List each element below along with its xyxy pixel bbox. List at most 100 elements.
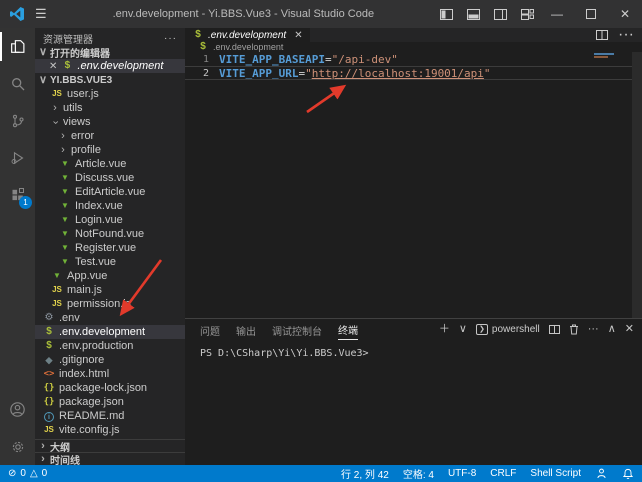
tree-item-.env.production[interactable]: $.env.production: [35, 339, 185, 353]
tree-item-views[interactable]: ›views: [35, 115, 185, 129]
vscode-logo-icon: [9, 6, 25, 22]
scrollbar[interactable]: [632, 52, 642, 318]
tree-item-Index.vue[interactable]: ▼Index.vue: [35, 199, 185, 213]
split-terminal-icon[interactable]: [549, 325, 560, 334]
project-section[interactable]: ∨ YI.BBS.VUE3: [35, 73, 185, 87]
tree-item-permission.js[interactable]: JSpermission.js: [35, 297, 185, 311]
kill-terminal-icon[interactable]: [569, 324, 579, 335]
close-editor-icon[interactable]: ✕: [49, 61, 57, 72]
tree-item-package-lock.json[interactable]: {}package-lock.json: [35, 381, 185, 395]
json-icon: {}: [43, 396, 55, 408]
tab-problems[interactable]: 问题: [200, 320, 220, 340]
sidebar-more-icon[interactable]: ···: [164, 33, 177, 44]
file-label: profile: [71, 144, 101, 156]
breadcrumb[interactable]: $ .env.development: [185, 42, 642, 52]
editor-tab-bar: $ .env.development ✕ ···: [185, 28, 642, 42]
js-icon: JS: [51, 284, 63, 296]
terminal-dropdown-icon[interactable]: ∨: [459, 324, 467, 335]
tree-item-README.md[interactable]: iREADME.md: [35, 409, 185, 423]
tab-terminal[interactable]: 终端: [338, 319, 358, 340]
open-editors-section[interactable]: ∨ 打开的编辑器: [35, 45, 185, 59]
panel-more-icon[interactable]: ···: [588, 324, 599, 335]
settings-gear-icon[interactable]: [0, 428, 35, 465]
tree-item-main.js[interactable]: JSmain.js: [35, 283, 185, 297]
extensions-icon[interactable]: 1: [0, 176, 35, 213]
terminal-icon: ❯: [476, 324, 488, 335]
minimize-button[interactable]: —: [540, 0, 574, 28]
activity-bar: 1: [0, 28, 35, 465]
file-label: EditArticle.vue: [75, 186, 145, 198]
file-label: Test.vue: [75, 256, 116, 268]
file-label: .env.production: [59, 340, 133, 352]
tree-item-NotFound.vue[interactable]: ▼NotFound.vue: [35, 227, 185, 241]
env-file-icon: $: [192, 29, 204, 41]
code-editor[interactable]: 1 VITE_APP_BASEAPI="/api-dev" 2 VITE_APP…: [185, 52, 642, 318]
tree-item-user.js[interactable]: JSuser.js: [35, 87, 185, 101]
toggle-panel-icon[interactable]: [467, 9, 480, 20]
tree-item-Login.vue[interactable]: ▼Login.vue: [35, 213, 185, 227]
terminal[interactable]: PS D:\CSharp\Yi\Yi.BBS.Vue3>: [185, 340, 642, 465]
language-mode[interactable]: Shell Script: [530, 468, 581, 479]
tab-debug-console[interactable]: 调试控制台: [272, 320, 322, 340]
feedback-icon[interactable]: [595, 467, 608, 480]
run-debug-icon[interactable]: [0, 139, 35, 176]
source-control-icon[interactable]: [0, 102, 35, 139]
file-label: NotFound.vue: [75, 228, 144, 240]
file-label: Register.vue: [75, 242, 136, 254]
folder-expanded-icon: ›: [50, 118, 61, 126]
encoding[interactable]: UTF-8: [448, 468, 476, 479]
tree-item-Test.vue[interactable]: ▼ Test.vue: [35, 255, 185, 269]
tree-item-EditArticle.vue[interactable]: ▼EditArticle.vue: [35, 185, 185, 199]
file-label: Login.vue: [75, 214, 123, 226]
tree-item-profile[interactable]: ›profile: [35, 143, 185, 157]
url-link[interactable]: http://localhost:19001/api: [312, 67, 484, 80]
customize-layout-icon[interactable]: [521, 9, 534, 20]
gear-icon: ⚙: [43, 312, 55, 324]
accounts-icon[interactable]: [0, 391, 35, 428]
maximize-panel-icon[interactable]: ∧: [608, 324, 616, 335]
tree-item-vite.config.js[interactable]: JSvite.config.js: [35, 423, 185, 437]
tree-item-error[interactable]: ›error: [35, 129, 185, 143]
toggle-sidebar-icon[interactable]: [440, 9, 453, 20]
problems-status[interactable]: ⊘ 0 △ 0: [8, 468, 47, 479]
title-bar: ☰ .env.development - Yi.BBS.Vue3 - Visua…: [0, 0, 642, 28]
menu-icon[interactable]: ☰: [35, 6, 47, 22]
file-label: README.md: [59, 410, 124, 422]
eol-sequence[interactable]: CRLF: [490, 468, 516, 479]
close-panel-icon[interactable]: ✕: [625, 324, 634, 335]
vue-icon: ▼: [59, 172, 71, 184]
tree-item-utils[interactable]: ›utils: [35, 101, 185, 115]
search-icon[interactable]: [0, 65, 35, 102]
close-tab-icon[interactable]: ✕: [294, 30, 302, 41]
open-editor-item[interactable]: ✕ $ .env.development: [35, 59, 185, 73]
explorer-icon[interactable]: [0, 28, 35, 65]
minimap: [594, 56, 608, 58]
tab-output[interactable]: 输出: [236, 320, 256, 340]
notifications-bell-icon[interactable]: [622, 467, 634, 480]
vue-icon: ▼: [59, 256, 71, 268]
tree-item-App.vue[interactable]: ▼App.vue: [35, 269, 185, 283]
shell-selector[interactable]: ❯ powershell: [476, 324, 540, 335]
new-terminal-icon[interactable]: ＋: [439, 324, 450, 335]
split-editor-icon[interactable]: [596, 30, 608, 40]
tree-item-Article.vue[interactable]: ▼Article.vue: [35, 157, 185, 171]
timeline-section[interactable]: › 时间线: [35, 452, 185, 465]
tree-item-package.json[interactable]: {} package.json: [35, 395, 185, 409]
tab-env-development[interactable]: $ .env.development ✕: [185, 28, 310, 42]
file-label: Index.vue: [75, 200, 123, 212]
tree-item-.env[interactable]: ⚙.env: [35, 311, 185, 325]
tree-item-index.html[interactable]: <>index.html: [35, 367, 185, 381]
tree-item-Discuss.vue[interactable]: ▼Discuss.vue: [35, 171, 185, 185]
tree-item-Register.vue[interactable]: ▼Register.vue: [35, 241, 185, 255]
file-label: user.js: [67, 88, 99, 100]
toggle-secondary-sidebar-icon[interactable]: [494, 9, 507, 20]
maximize-button[interactable]: [574, 0, 608, 28]
tree-item-.env.development[interactable]: $.env.development: [35, 325, 185, 339]
file-label: package.json: [59, 396, 124, 408]
close-button[interactable]: ✕: [608, 0, 642, 28]
indentation[interactable]: 空格: 4: [403, 466, 434, 481]
cursor-position[interactable]: 行 2, 列 42: [341, 466, 389, 481]
tree-item-.gitignore[interactable]: ◆.gitignore: [35, 353, 185, 367]
file-label: .env.development: [59, 326, 145, 338]
outline-section[interactable]: › 大纲: [35, 439, 185, 452]
